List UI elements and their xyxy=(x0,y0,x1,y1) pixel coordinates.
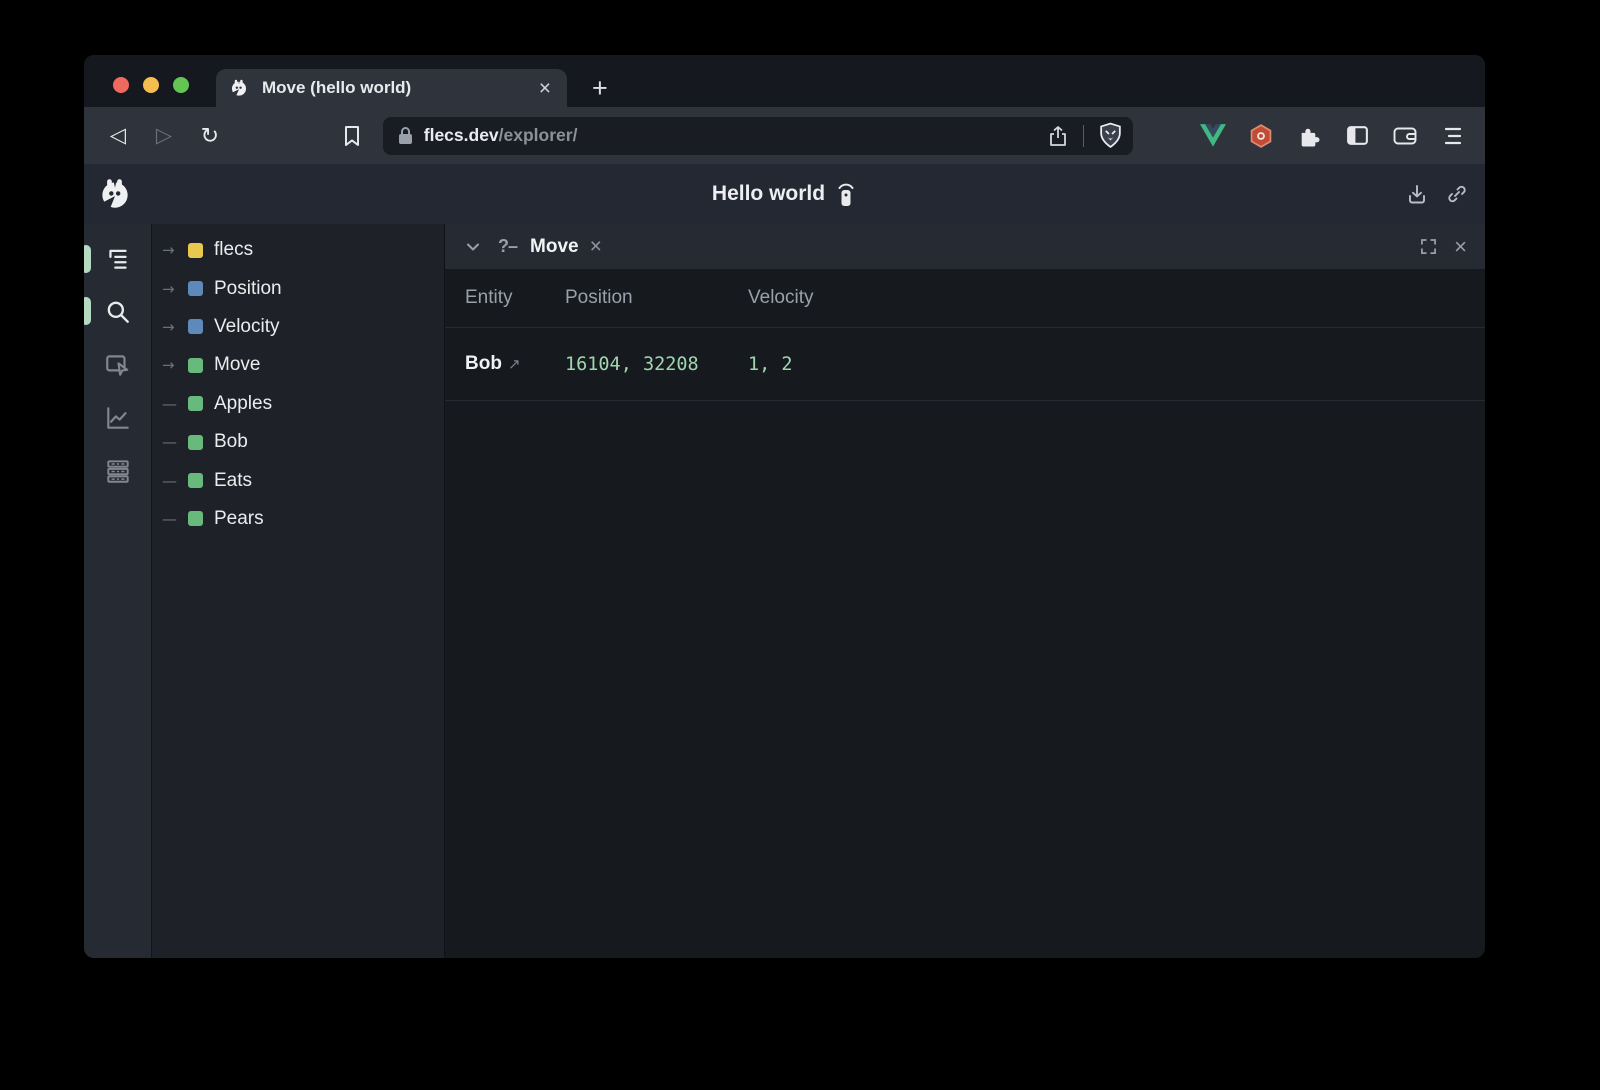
entity-kind-square xyxy=(188,319,203,334)
url-bar[interactable]: flecs.dev/explorer/ xyxy=(383,117,1133,155)
query-close-icon[interactable]: × xyxy=(590,236,602,257)
header-actions xyxy=(1405,164,1469,224)
extensions-area xyxy=(1199,122,1467,150)
entity-cell: Bob ↗ xyxy=(445,353,565,375)
hexagon-extension-icon[interactable] xyxy=(1247,122,1275,150)
zoom-window-button[interactable] xyxy=(173,77,189,93)
close-window-button[interactable] xyxy=(113,77,129,93)
browser-tab[interactable]: Move (hello world) × xyxy=(216,69,567,107)
tab-title: Move (hello world) xyxy=(262,78,535,98)
bookmark-icon[interactable] xyxy=(338,122,366,150)
tree-connector[interactable]: → xyxy=(162,241,188,259)
tree-item-label: Eats xyxy=(214,470,252,492)
tree-item-label: Pears xyxy=(214,508,264,530)
tree-item-label: Apples xyxy=(214,393,272,415)
entity-kind-square xyxy=(188,358,203,373)
back-button[interactable]: ◁ xyxy=(104,122,132,150)
column-header-velocity: Velocity xyxy=(748,287,1485,309)
forward-button[interactable]: ▷ xyxy=(150,122,178,150)
tree-item[interactable]: — Bob xyxy=(152,423,444,461)
explorer-content: → flecs → Position → Velocity → Move — xyxy=(84,224,1485,958)
new-tab-button[interactable]: + xyxy=(584,73,616,103)
urlbar-divider xyxy=(1083,125,1084,147)
column-header-position: Position xyxy=(565,287,748,309)
stats-panel-icon[interactable] xyxy=(103,456,133,486)
inspector-panel-icon[interactable] xyxy=(103,350,133,380)
tab-close-icon[interactable]: × xyxy=(535,78,555,99)
results-table-header: Entity Position Velocity xyxy=(445,269,1485,328)
entity-kind-square xyxy=(188,396,203,411)
wallet-icon[interactable] xyxy=(1391,122,1419,150)
tree-connector: — xyxy=(162,395,188,413)
hierarchy-panel-icon[interactable] xyxy=(103,244,133,274)
menu-icon[interactable] xyxy=(1439,122,1467,150)
open-entity-icon[interactable]: ↗ xyxy=(508,355,521,373)
tree-item[interactable]: — Pears xyxy=(152,500,444,538)
tree-connector[interactable]: → xyxy=(162,318,188,336)
velocity-value: 1, 2 xyxy=(748,354,1485,375)
entity-kind-square xyxy=(188,435,203,450)
brave-shield-icon[interactable] xyxy=(1098,122,1123,149)
explorer-header: Hello world xyxy=(84,164,1485,224)
entity-name: Bob xyxy=(465,353,502,374)
vue-devtools-icon[interactable] xyxy=(1199,122,1227,150)
tree-connector: — xyxy=(162,433,188,451)
position-value: 16104, 32208 xyxy=(565,354,748,375)
active-panel-indicator-search xyxy=(84,297,91,325)
query-prefix: ?– xyxy=(498,236,517,257)
browser-toolbar: ◁ ▷ ↻ flecs.dev/explorer/ xyxy=(84,107,1485,164)
active-panel-indicator-hierarchy xyxy=(84,245,91,273)
tree-item[interactable]: → flecs xyxy=(152,231,444,269)
tree-item[interactable]: → Move xyxy=(152,346,444,384)
sidebar-toggle-icon[interactable] xyxy=(1343,122,1371,150)
panel-icon-strip xyxy=(84,224,152,958)
page-title-area: Hello world xyxy=(84,181,1485,208)
tree-item[interactable]: → Velocity xyxy=(152,308,444,346)
tree-connector[interactable]: → xyxy=(162,356,188,374)
tree-connector: — xyxy=(162,472,188,490)
traffic-lights xyxy=(113,77,189,93)
page-title: Hello world xyxy=(712,182,825,206)
tree-item-label: Velocity xyxy=(214,316,279,338)
chart-panel-icon[interactable] xyxy=(103,403,133,433)
query-panel: ?– Move × × Entity Position Velocity xyxy=(445,224,1485,958)
link-icon[interactable] xyxy=(1445,182,1469,206)
tree-item-label: flecs xyxy=(214,239,253,261)
browser-window: Move (hello world) × + ◁ ▷ ↻ flecs.dev/e… xyxy=(84,55,1485,958)
collapse-chevron-icon[interactable] xyxy=(463,237,483,257)
tree-connector[interactable]: → xyxy=(162,280,188,298)
download-icon[interactable] xyxy=(1405,182,1429,206)
tree-connector: — xyxy=(162,510,188,528)
entity-kind-square xyxy=(188,511,203,526)
tab-bar: Move (hello world) × + xyxy=(84,55,1485,107)
tree-item-label: Bob xyxy=(214,431,248,453)
reload-button[interactable]: ↻ xyxy=(196,122,224,150)
entity-kind-square xyxy=(188,281,203,296)
fullscreen-icon[interactable] xyxy=(1418,236,1439,257)
flecs-favicon-icon xyxy=(228,77,250,99)
entity-tree-panel: → flecs → Position → Velocity → Move — xyxy=(152,224,445,958)
extensions-puzzle-icon[interactable] xyxy=(1295,122,1323,150)
panel-close-icon[interactable]: × xyxy=(1454,236,1467,258)
table-row[interactable]: Bob ↗ 16104, 32208 1, 2 xyxy=(445,328,1485,401)
tree-item-label: Move xyxy=(214,354,260,376)
lock-icon xyxy=(397,126,414,145)
tree-item[interactable]: → Position xyxy=(152,269,444,307)
column-header-entity: Entity xyxy=(445,287,565,309)
query-name[interactable]: Move xyxy=(530,236,579,258)
tree-item[interactable]: — Eats xyxy=(152,461,444,499)
url-path: /explorer/ xyxy=(499,125,578,146)
search-panel-icon[interactable] xyxy=(103,297,133,327)
share-icon[interactable] xyxy=(1047,124,1069,148)
query-panel-header: ?– Move × × xyxy=(445,224,1485,269)
entity-kind-square xyxy=(188,243,203,258)
tree-item[interactable]: — Apples xyxy=(152,385,444,423)
entity-kind-square xyxy=(188,473,203,488)
tree-item-label: Position xyxy=(214,278,282,300)
url-domain: flecs.dev xyxy=(424,125,499,146)
minimize-window-button[interactable] xyxy=(143,77,159,93)
remote-connection-icon xyxy=(835,181,857,208)
